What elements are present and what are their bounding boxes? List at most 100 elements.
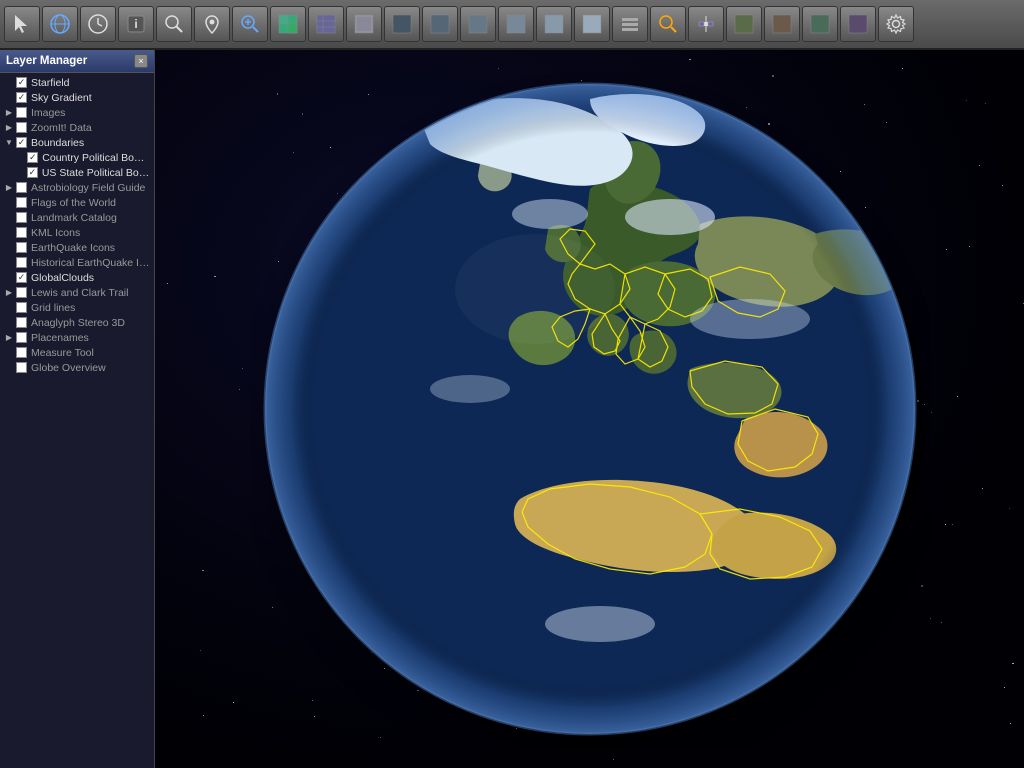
layer-item-lewis-clark[interactable]: ▶ Lewis and Clark Trail <box>0 285 154 300</box>
globe-area[interactable] <box>155 50 1024 768</box>
layer-item-images[interactable]: ▶ Images <box>0 105 154 120</box>
layer-label-earthquake: EarthQuake Icons <box>31 242 115 254</box>
toolbar-btn-layer-mgr[interactable] <box>612 6 648 42</box>
toolbar-btn-map2[interactable] <box>308 6 344 42</box>
layer-expand-astrobiology[interactable]: ▶ <box>4 183 14 193</box>
layer-item-placenames[interactable]: ▶ Placenames <box>0 330 154 345</box>
toolbar-btn-satellite[interactable] <box>688 6 724 42</box>
toolbar-btn-clock[interactable] <box>80 6 116 42</box>
layer-checkbox-grid-lines[interactable] <box>16 302 27 313</box>
layer-manager-panel: Layer Manager × Starfield Sky Gradient ▶ Im… <box>0 50 155 768</box>
layer-label-boundaries: Boundaries <box>31 137 84 149</box>
layer-label-sky-gradient: Sky Gradient <box>31 92 92 104</box>
layer-label-global-clouds: GlobalClouds <box>31 272 94 284</box>
toolbar-btn-map4[interactable] <box>384 6 420 42</box>
layer-checkbox-placenames[interactable] <box>16 332 27 343</box>
toolbar: i <box>0 0 1024 50</box>
layer-checkbox-us-state-political[interactable] <box>27 167 38 178</box>
layer-checkbox-anaglyph[interactable] <box>16 317 27 328</box>
toolbar-btn-map9[interactable] <box>574 6 610 42</box>
toolbar-btn-map5[interactable] <box>422 6 458 42</box>
layer-checkbox-images[interactable] <box>16 107 27 118</box>
toolbar-btn-info[interactable]: i <box>118 6 154 42</box>
layer-manager-title: Layer Manager <box>6 55 87 67</box>
layer-label-landmark: Landmark Catalog <box>31 212 117 224</box>
layer-checkbox-starfield[interactable] <box>16 77 27 88</box>
layer-list: Starfield Sky Gradient ▶ Images ▶ ZoomIt! Dat… <box>0 73 154 768</box>
layer-checkbox-flags[interactable] <box>16 197 27 208</box>
layer-item-earthquake[interactable]: EarthQuake Icons <box>0 240 154 255</box>
toolbar-btn-map12[interactable] <box>802 6 838 42</box>
layer-expand-images[interactable]: ▶ <box>4 108 14 118</box>
layer-checkbox-landmark[interactable] <box>16 212 27 223</box>
layer-item-globe-overview[interactable]: Globe Overview <box>0 360 154 375</box>
layer-checkbox-country-political[interactable] <box>27 152 38 163</box>
toolbar-btn-zoom[interactable] <box>232 6 268 42</box>
layer-expand-zoomit[interactable]: ▶ <box>4 123 14 133</box>
toolbar-btn-map6[interactable] <box>460 6 496 42</box>
layer-checkbox-lewis-clark[interactable] <box>16 287 27 298</box>
toolbar-btn-map3[interactable] <box>346 6 382 42</box>
layer-checkbox-kml-icons[interactable] <box>16 227 27 238</box>
layer-checkbox-measure-tool[interactable] <box>16 347 27 358</box>
toolbar-btn-magnify[interactable] <box>650 6 686 42</box>
toolbar-btn-map10[interactable] <box>726 6 762 42</box>
toolbar-btn-globe[interactable] <box>42 6 78 42</box>
layer-item-global-clouds[interactable]: GlobalClouds <box>0 270 154 285</box>
globe <box>250 69 930 749</box>
layer-item-sky-gradient[interactable]: Sky Gradient <box>0 90 154 105</box>
layer-label-globe-overview: Globe Overview <box>31 362 106 374</box>
layer-item-boundaries[interactable]: ▼ Boundaries <box>0 135 154 150</box>
layer-label-historical-eq: Historical EarthQuake Icons <box>31 257 150 269</box>
layer-checkbox-global-clouds[interactable] <box>16 272 27 283</box>
layer-manager-close-button[interactable]: × <box>134 54 148 68</box>
layer-label-measure-tool: Measure Tool <box>31 347 94 359</box>
layer-item-measure-tool[interactable]: Measure Tool <box>0 345 154 360</box>
toolbar-btn-map8[interactable] <box>536 6 572 42</box>
toolbar-btn-settings[interactable] <box>878 6 914 42</box>
layer-checkbox-boundaries[interactable] <box>16 137 27 148</box>
layer-label-grid-lines: Grid lines <box>31 302 75 314</box>
layer-item-starfield[interactable]: Starfield <box>0 75 154 90</box>
layer-item-zoomit[interactable]: ▶ ZoomIt! Data <box>0 120 154 135</box>
toolbar-btn-map1[interactable] <box>270 6 306 42</box>
layer-checkbox-historical-eq[interactable] <box>16 257 27 268</box>
layer-checkbox-globe-overview[interactable] <box>16 362 27 373</box>
layer-label-kml-icons: KML Icons <box>31 227 80 239</box>
layer-checkbox-earthquake[interactable] <box>16 242 27 253</box>
layer-expand-boundaries[interactable]: ▼ <box>4 138 14 148</box>
layer-label-starfield: Starfield <box>31 77 70 89</box>
layer-manager-header: Layer Manager × <box>0 50 154 73</box>
layer-label-us-state-political: US State Political Bounds <box>42 167 150 179</box>
toolbar-btn-arrow[interactable] <box>4 6 40 42</box>
layer-item-landmark[interactable]: Landmark Catalog <box>0 210 154 225</box>
layer-item-country-political[interactable]: Country Political Bounds <box>0 150 154 165</box>
layer-item-kml-icons[interactable]: KML Icons <box>0 225 154 240</box>
layer-item-historical-eq[interactable]: Historical EarthQuake Icons <box>0 255 154 270</box>
layer-label-astrobiology: Astrobiology Field Guide <box>31 182 145 194</box>
layer-checkbox-sky-gradient[interactable] <box>16 92 27 103</box>
layer-label-placenames: Placenames <box>31 332 89 344</box>
toolbar-btn-search[interactable] <box>156 6 192 42</box>
layer-label-images: Images <box>31 107 65 119</box>
svg-text:i: i <box>134 17 137 31</box>
toolbar-btn-map13[interactable] <box>840 6 876 42</box>
layer-checkbox-zoomit[interactable] <box>16 122 27 133</box>
layer-label-flags: Flags of the World <box>31 197 116 209</box>
layer-item-grid-lines[interactable]: Grid lines <box>0 300 154 315</box>
layer-item-astrobiology[interactable]: ▶ Astrobiology Field Guide <box>0 180 154 195</box>
toolbar-btn-location[interactable] <box>194 6 230 42</box>
layer-label-country-political: Country Political Bounds <box>42 152 150 164</box>
toolbar-btn-map7[interactable] <box>498 6 534 42</box>
layer-expand-lewis-clark[interactable]: ▶ <box>4 288 14 298</box>
main-content: Layer Manager × Starfield Sky Gradient ▶ Im… <box>0 50 1024 768</box>
layer-item-flags[interactable]: Flags of the World <box>0 195 154 210</box>
layer-expand-placenames[interactable]: ▶ <box>4 333 14 343</box>
layer-label-anaglyph: Anaglyph Stereo 3D <box>31 317 125 329</box>
layer-item-anaglyph[interactable]: Anaglyph Stereo 3D <box>0 315 154 330</box>
layer-checkbox-astrobiology[interactable] <box>16 182 27 193</box>
layer-label-lewis-clark: Lewis and Clark Trail <box>31 287 128 299</box>
toolbar-btn-map11[interactable] <box>764 6 800 42</box>
layer-item-us-state-political[interactable]: US State Political Bounds <box>0 165 154 180</box>
layer-label-zoomit: ZoomIt! Data <box>31 122 92 134</box>
